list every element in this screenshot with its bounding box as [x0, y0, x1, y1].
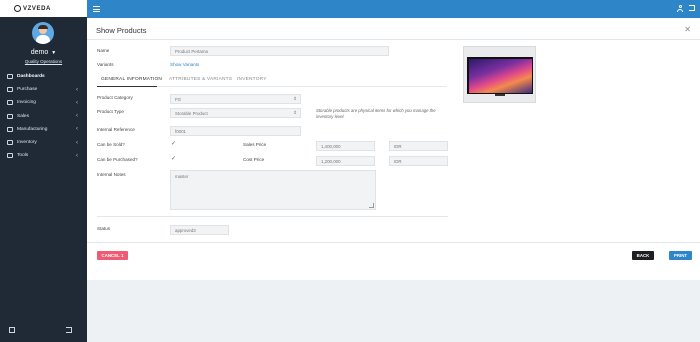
status-label: Status [97, 226, 111, 231]
home-icon[interactable] [9, 327, 15, 333]
internal-notes-label: Internal Notes [97, 172, 126, 177]
avatar[interactable] [32, 22, 54, 44]
divider [97, 216, 448, 217]
product-category-label: Product Category [97, 95, 133, 100]
cost-currency-field[interactable]: IDR [389, 156, 448, 166]
tab-general-information[interactable]: GENERAL INFORMATION [101, 77, 162, 82]
can-be-purchased-label: Can be Purchased? [97, 157, 138, 162]
chevron-left-icon: ‹ [76, 139, 78, 146]
can-be-purchased-checkbox[interactable]: ✓ [171, 155, 176, 162]
chevron-left-icon: ‹ [76, 86, 78, 93]
user-icon[interactable] [677, 5, 683, 12]
sidebar-item-label: Tools [17, 153, 29, 159]
cost-price-label: Cost Price [243, 157, 265, 162]
variants-label: Variants [97, 62, 114, 67]
user-role-link[interactable]: Quality Operations [0, 59, 87, 64]
product-image[interactable] [463, 46, 536, 103]
cancel-button[interactable]: CANCEL 1 [97, 251, 128, 260]
chevron-left-icon: ‹ [76, 152, 78, 159]
sales-price-label: Sales Price [243, 142, 267, 147]
page-title: Show Products [96, 26, 147, 35]
tab-attributes-variants[interactable]: ATTRIBUTES & VARIANTS [169, 77, 232, 82]
tab-inventory[interactable]: INVENTORY [237, 77, 267, 82]
sidebar-nav: Dashboards Purchase ‹ Invoicing ‹ Sales … [0, 70, 87, 162]
chevron-left-icon: ‹ [76, 99, 78, 106]
name-label: Name [97, 48, 110, 53]
status-field[interactable]: approved3 [170, 225, 229, 235]
hamburger-icon[interactable] [93, 6, 100, 14]
chevron-left-icon: ‹ [76, 113, 78, 120]
logout-icon[interactable] [689, 5, 695, 11]
tab-bar: GENERAL INFORMATION ATTRIBUTES & VARIANT… [97, 74, 447, 87]
sidebar-item-label: Sales [17, 113, 29, 119]
product-type-hint: Storable products are physical items for… [316, 108, 436, 119]
sidebar-item-tools[interactable]: Tools ‹ [0, 149, 87, 162]
factory-icon [7, 126, 13, 132]
cart-icon [7, 87, 13, 93]
invoice-icon [7, 100, 13, 106]
sales-icon [7, 113, 13, 119]
divider [87, 242, 700, 243]
chevron-left-icon: ‹ [76, 126, 78, 133]
brand-name: VZVEDA [23, 5, 51, 12]
name-field[interactable]: Product Pertama [170, 46, 389, 56]
sidebar-item-purchase[interactable]: Purchase ‹ [0, 83, 87, 96]
logout-icon[interactable] [66, 327, 72, 333]
sidebar-item-label: Invoicing [17, 100, 36, 106]
home-icon [7, 74, 13, 80]
product-type-select[interactable]: Storable Product [170, 108, 301, 118]
sidebar-item-label: Inventory [17, 140, 37, 146]
tools-icon [7, 153, 13, 159]
close-icon[interactable]: ✕ [684, 25, 691, 34]
sidebar: VZVEDA demo ▼ Quality Operations Dashboar… [0, 0, 87, 342]
print-button[interactable]: PRINT [669, 251, 692, 260]
main-panel: Show Products ✕ Name Product Pertama Var… [87, 18, 700, 280]
user-name: demo [30, 49, 49, 56]
sidebar-item-manufacturing[interactable]: Manufacturing ‹ [0, 123, 87, 136]
sales-price-field[interactable]: 1,400,000 [316, 141, 375, 151]
sidebar-item-label: Dashboards [17, 74, 45, 80]
sales-currency-field[interactable]: IDR [389, 141, 448, 151]
caret-down-icon: ▼ [51, 50, 57, 56]
can-be-sold-label: Can be Sold? [97, 142, 125, 147]
sidebar-footer [0, 326, 87, 336]
internal-reference-label: Internal Reference [97, 127, 135, 132]
product-type-label: Product Type [97, 109, 124, 114]
sidebar-item-dashboards[interactable]: Dashboards [0, 70, 87, 83]
topbar [87, 0, 700, 18]
box-icon [7, 140, 13, 146]
tv-image [467, 57, 533, 94]
sidebar-item-inventory[interactable]: Inventory ‹ [0, 136, 87, 149]
sidebar-item-invoicing[interactable]: Invoicing ‹ [0, 96, 87, 109]
divider [87, 39, 700, 40]
logo-mark-icon [14, 5, 21, 12]
internal-notes-textarea[interactable]: master [170, 170, 376, 210]
sidebar-item-sales[interactable]: Sales ‹ [0, 110, 87, 123]
sidebar-item-label: Manufacturing [17, 126, 48, 132]
internal-reference-field[interactable]: f0001 [170, 126, 301, 136]
show-variants-link[interactable]: Show Variants [170, 62, 199, 67]
can-be-sold-checkbox[interactable]: ✓ [171, 140, 176, 147]
sidebar-item-label: Purchase [17, 87, 38, 93]
user-menu[interactable]: demo ▼ [0, 49, 87, 56]
back-button[interactable]: BACK [632, 251, 654, 260]
product-category-select[interactable]: FG [170, 94, 301, 104]
cost-price-field[interactable]: 1,200,000 [316, 156, 375, 166]
brand-logo[interactable]: VZVEDA [0, 0, 87, 17]
active-tab-indicator [97, 86, 157, 87]
